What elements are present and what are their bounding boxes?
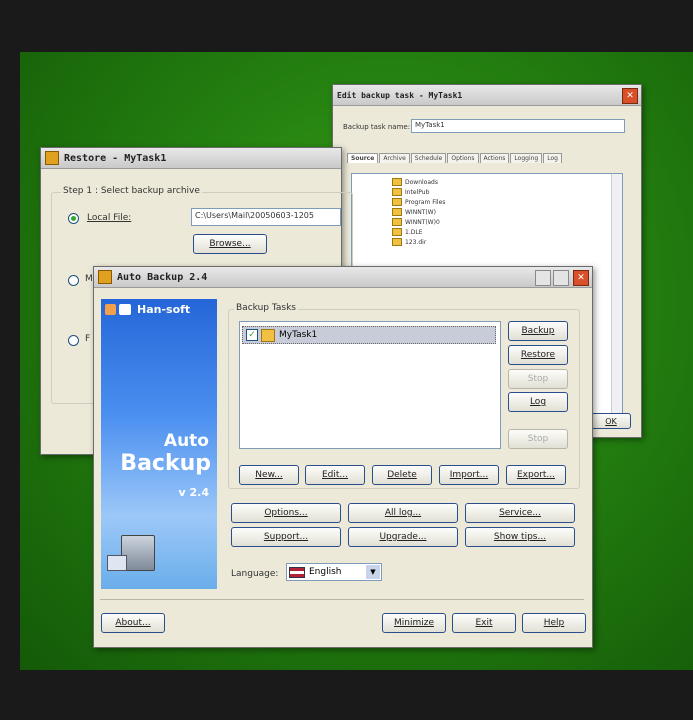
export-button[interactable]: Export... — [506, 465, 566, 485]
restore-title: Restore - MyTask1 — [64, 152, 167, 164]
tree-scrollbar[interactable] — [611, 174, 622, 424]
main-titlebar[interactable]: Auto Backup 2.4 — [94, 267, 592, 288]
restore-titlebar[interactable]: Restore - MyTask1 — [41, 148, 341, 169]
tab-source[interactable]: Source — [347, 153, 379, 163]
tree-item[interactable]: 123.dir — [392, 238, 426, 246]
local-file-label[interactable]: Local File: — [87, 213, 131, 223]
main-window: Auto Backup 2.4 ✕ Han-soft Auto Backup v… — [93, 266, 593, 648]
task-name: MyTask1 — [279, 330, 318, 340]
footer-divider — [100, 599, 584, 600]
printer-icon — [119, 304, 131, 315]
service-button[interactable]: Service... — [465, 503, 575, 523]
tree-item[interactable]: Downloads — [392, 178, 438, 186]
edit-task-titlebar[interactable]: Edit backup task - MyTask1 — [333, 85, 641, 106]
brand-icon — [105, 304, 116, 315]
close-icon[interactable]: ✕ — [622, 88, 638, 104]
tab-logging[interactable]: Logging — [510, 153, 543, 163]
edit-task-tabs: Source Archive Schedule Options Actions … — [347, 153, 563, 163]
disk-icon — [107, 555, 127, 571]
option2-label[interactable]: M — [85, 274, 93, 284]
close-icon[interactable]: ✕ — [573, 270, 589, 286]
language-value: English — [309, 567, 342, 577]
task-checkbox[interactable]: ✓ — [246, 329, 258, 341]
minimize-button[interactable]: Minimize — [382, 613, 446, 633]
tab-archive[interactable]: Archive — [379, 153, 410, 163]
tab-actions[interactable]: Actions — [479, 153, 510, 163]
edit-task-button[interactable]: Edit... — [305, 465, 365, 485]
main-title: Auto Backup 2.4 — [117, 271, 208, 283]
tab-schedule[interactable]: Schedule — [410, 153, 447, 163]
task-name-field[interactable]: MyTask1 — [411, 119, 625, 133]
chevron-down-icon[interactable]: ▼ — [366, 565, 380, 579]
product-name-line2: Backup — [120, 451, 211, 476]
support-button[interactable]: Support... — [231, 527, 341, 547]
option3-label[interactable]: F — [85, 334, 90, 344]
tab-log[interactable]: Log — [543, 153, 562, 163]
language-label: Language: — [231, 569, 279, 579]
archive-path-field[interactable]: C:\Users\Mail\20050603-1205 — [191, 208, 341, 226]
delete-task-button[interactable]: Delete — [372, 465, 432, 485]
backup-button[interactable]: Backup — [508, 321, 568, 341]
all-log-button[interactable]: All log... — [348, 503, 458, 523]
upgrade-button[interactable]: Upgrade... — [348, 527, 458, 547]
about-button[interactable]: About... — [101, 613, 165, 633]
browse-button[interactable]: Browse... — [193, 234, 267, 254]
tree-item[interactable]: WINNT(W) — [392, 208, 436, 216]
flag-icon — [289, 566, 305, 578]
local-file-radio[interactable] — [68, 213, 79, 224]
app-icon — [98, 270, 112, 284]
tab-options[interactable]: Options — [447, 153, 479, 163]
tree-item[interactable]: 1.DLE — [392, 228, 422, 236]
brand-sidebar: Han-soft Auto Backup v 2.4 — [101, 299, 217, 589]
task-row[interactable]: ✓ MyTask1 — [242, 326, 496, 344]
show-tips-button[interactable]: Show tips... — [465, 527, 575, 547]
options-button[interactable]: Options... — [231, 503, 341, 523]
step1-label: Step 1 : Select backup archive — [61, 186, 202, 196]
maximize-icon[interactable] — [553, 270, 569, 286]
task-name-label: Backup task name: — [343, 123, 411, 131]
brand-logo: Han-soft — [105, 303, 190, 316]
edit-task-title: Edit backup task - MyTask1 — [337, 90, 463, 100]
option3-radio[interactable] — [68, 335, 79, 346]
restore-app-icon — [45, 151, 59, 165]
task-icon — [261, 328, 275, 342]
stop-all-button[interactable]: Stop — [508, 429, 568, 449]
option2-radio[interactable] — [68, 275, 79, 286]
tree-item[interactable]: WINNT(W)0 — [392, 218, 440, 226]
language-select[interactable]: English ▼ — [286, 563, 382, 581]
minimize-icon[interactable] — [535, 270, 551, 286]
product-name-line1: Auto — [163, 431, 209, 451]
tree-item[interactable]: Program Files — [392, 198, 445, 206]
task-list[interactable]: ✓ MyTask1 — [239, 321, 501, 449]
restore-button[interactable]: Restore — [508, 345, 568, 365]
log-button[interactable]: Log — [508, 392, 568, 412]
stop-button[interactable]: Stop — [508, 369, 568, 389]
product-version: v 2.4 — [178, 486, 210, 499]
ok-button[interactable]: OK — [591, 413, 631, 429]
backup-tasks-label: Backup Tasks — [234, 303, 298, 313]
help-button[interactable]: Help — [522, 613, 586, 633]
exit-button[interactable]: Exit — [452, 613, 516, 633]
tree-item[interactable]: IntelPub — [392, 188, 429, 196]
new-task-button[interactable]: New... — [239, 465, 299, 485]
import-button[interactable]: Import... — [439, 465, 499, 485]
